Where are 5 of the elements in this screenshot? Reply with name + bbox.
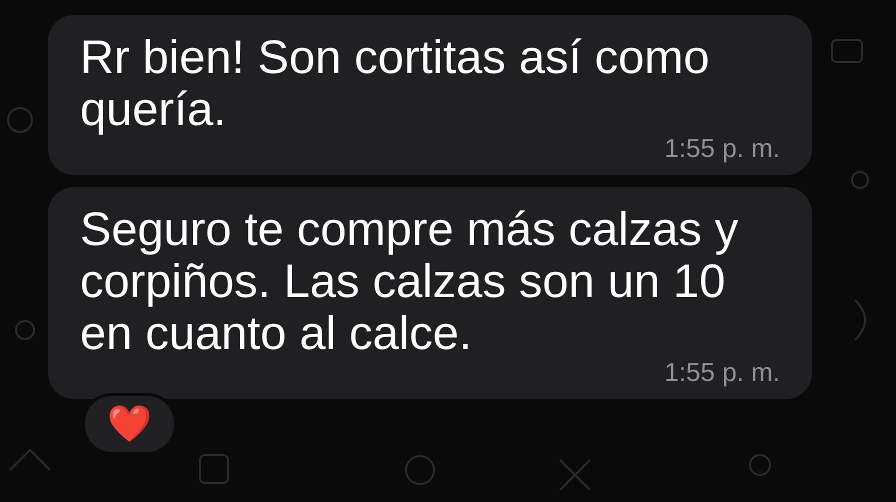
message-time: 1:55 p. m.	[664, 133, 780, 163]
message-time: 1:55 p. m.	[664, 357, 780, 387]
message-text: Rr bien! Son cortitas así como quería.	[80, 31, 711, 135]
reaction-pill[interactable]: ❤	[82, 393, 177, 455]
message-text: Seguro te compre más calzas y corpiños. Las calzas son un 10 en cuanto al calce.	[80, 203, 740, 359]
